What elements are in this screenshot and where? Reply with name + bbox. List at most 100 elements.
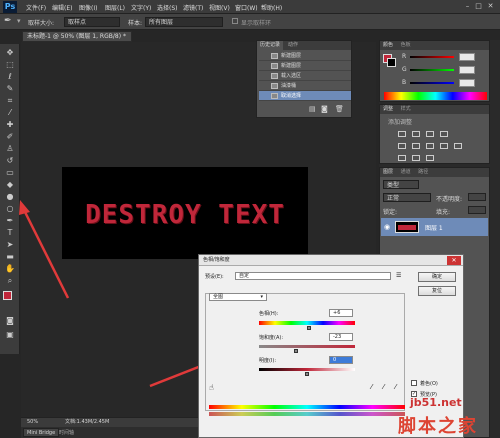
layers-panel-header: 图层 通道 路径 [380, 168, 489, 177]
hue-slider-thumb[interactable] [306, 326, 311, 330]
history-item-label: 油漆桶 [281, 83, 297, 89]
channel-g-slider[interactable] [410, 69, 454, 71]
layer-name[interactable]: 图层 1 [425, 223, 443, 232]
hue-slider-track[interactable] [259, 321, 355, 325]
tab-history[interactable]: 历史记录 [257, 41, 284, 50]
zoom-level[interactable]: 50% [27, 418, 38, 427]
colorize-checkbox[interactable] [411, 380, 417, 386]
tab-swatches[interactable]: 色板 [401, 42, 411, 48]
panel-background-swatch[interactable] [387, 58, 396, 67]
posterize-adjust-icon[interactable] [412, 155, 420, 161]
history-step-icon [271, 53, 278, 59]
opacity-input[interactable] [468, 193, 486, 201]
arrow-head-toolbox [19, 200, 30, 215]
dialog-title: 色相/饱和度 [203, 257, 230, 263]
channel-b-slider[interactable] [410, 82, 454, 84]
threshold-adjust-icon[interactable] [426, 155, 434, 161]
channel-b-label: B [402, 79, 407, 86]
layer-thumbnail-text [398, 225, 416, 230]
add-adjustment-label: 添加调整 [388, 119, 413, 126]
invert-adjust-icon[interactable] [398, 155, 406, 161]
history-item-label: 载入选区 [281, 73, 302, 79]
tab-channels[interactable]: 通道 [401, 169, 411, 175]
history-item[interactable]: 新建图层 [259, 61, 351, 71]
hue-saturation-adjust-icon[interactable] [412, 143, 420, 149]
history-item-label: 新建图层 [281, 53, 302, 59]
hue-input[interactable]: +6 [329, 309, 353, 317]
lightness-label: 明度(I): [259, 358, 277, 364]
preset-select[interactable]: 自定 [235, 272, 391, 280]
history-item-selected[interactable]: 取消选择 [259, 91, 351, 101]
colorize-label: 着色(O) [420, 381, 438, 387]
saturation-input[interactable]: -23 [329, 333, 353, 341]
fill-input[interactable] [468, 206, 486, 214]
color-panel: 颜色 色板 R G B [379, 40, 490, 102]
lock-label: 锁定: [383, 209, 398, 216]
arrow-to-toolbox [22, 209, 70, 299]
input-color-bar [209, 405, 405, 409]
tab-color[interactable]: 颜色 [383, 42, 393, 48]
layer-row-selected[interactable]: ◉ 图层 1 [381, 218, 488, 236]
history-item[interactable]: 新建图层 [259, 51, 351, 61]
blend-mode-value: 正常 [387, 195, 400, 202]
dialog-title-bar: 色相/饱和度 [199, 255, 463, 266]
document-info: 文档:1.43M/2.45M [65, 419, 110, 425]
channel-g-input[interactable] [459, 66, 475, 74]
channel-select[interactable]: 全图 ▾ [209, 293, 267, 301]
reset-button[interactable]: 复位 [418, 286, 456, 296]
eyedropper-minus-icon[interactable]: ⁄ [395, 383, 396, 391]
tab-paths[interactable]: 路径 [418, 169, 428, 175]
saturation-slider-thumb[interactable] [293, 349, 298, 353]
eyedropper-plus-icon[interactable]: ⁄ [383, 383, 384, 391]
brightness-adjust-icon[interactable] [398, 131, 406, 137]
lightness-slider-thumb[interactable] [305, 372, 309, 376]
snapshot-icon[interactable]: ◙ [321, 105, 328, 113]
history-panel: 历史记录 动作 新建图层 新建图层 载入选区 油漆桶 取消选择 ▤ ◙ 🗑 [256, 40, 352, 118]
history-item[interactable]: 载入选区 [259, 71, 351, 81]
history-step-icon [271, 63, 278, 69]
fill-label: 填充: [436, 209, 451, 216]
history-item[interactable]: 油漆桶 [259, 81, 351, 91]
eyedropper-icon[interactable]: ⁄ [371, 383, 372, 391]
color-spectrum-bar[interactable] [384, 92, 487, 100]
vibrance-adjust-icon[interactable] [398, 143, 406, 149]
target-adjust-hand-icon[interactable]: ☝ [209, 383, 214, 392]
visibility-eye-icon[interactable]: ◉ [384, 223, 390, 231]
saturation-slider-track[interactable] [259, 345, 355, 348]
watermark-site: jb51.net [410, 396, 462, 409]
adjust-group-box [205, 293, 405, 411]
dialog-close-button[interactable]: ✕ [447, 256, 461, 265]
timeline-tab[interactable]: 时间轴 [59, 429, 74, 436]
trash-icon[interactable]: 🗑 [335, 105, 344, 113]
channel-r-label: R [402, 53, 407, 60]
color-panel-header: 颜色 色板 [380, 41, 489, 50]
ok-button[interactable]: 确定 [418, 272, 456, 282]
tab-adjustments[interactable]: 调整 [383, 106, 393, 112]
preset-label: 预设(E): [205, 274, 224, 280]
preset-options-icon[interactable]: ☰ [396, 272, 401, 279]
lightness-slider-track[interactable] [259, 368, 355, 371]
watermark-brand: 脚本之家 [398, 416, 478, 437]
hue-saturation-dialog: 色相/饱和度 ✕ 预设(E): 自定 ☰ 确定 复位 全图 ▾ 色相(H): +… [198, 254, 464, 438]
channel-g-label: G [402, 66, 407, 73]
photo-filter-adjust-icon[interactable] [454, 143, 462, 149]
mini-bridge-tab[interactable]: Mini Bridge [23, 428, 60, 437]
tab-layers[interactable]: 图层 [383, 169, 393, 175]
channel-r-slider[interactable] [410, 56, 454, 58]
black-white-adjust-icon[interactable] [440, 143, 448, 149]
levels-adjust-icon[interactable] [412, 131, 420, 137]
tab-actions[interactable]: 动作 [285, 41, 301, 50]
channel-b-input[interactable] [459, 79, 475, 87]
lightness-input[interactable]: 0 [329, 356, 353, 364]
new-document-icon[interactable]: ▤ [309, 105, 316, 113]
adjustments-panel-header: 调整 样式 [380, 105, 489, 114]
channel-r-input[interactable] [459, 53, 475, 61]
layer-filter-select[interactable]: 类型 [383, 180, 419, 189]
curves-adjust-icon[interactable] [426, 131, 434, 137]
exposure-adjust-icon[interactable] [440, 131, 448, 137]
tab-styles[interactable]: 样式 [401, 106, 411, 112]
blend-mode-select[interactable]: 正常 [383, 193, 431, 202]
output-color-bar [209, 412, 405, 416]
color-balance-adjust-icon[interactable] [426, 143, 434, 149]
channel-value: 全图 [213, 294, 224, 300]
